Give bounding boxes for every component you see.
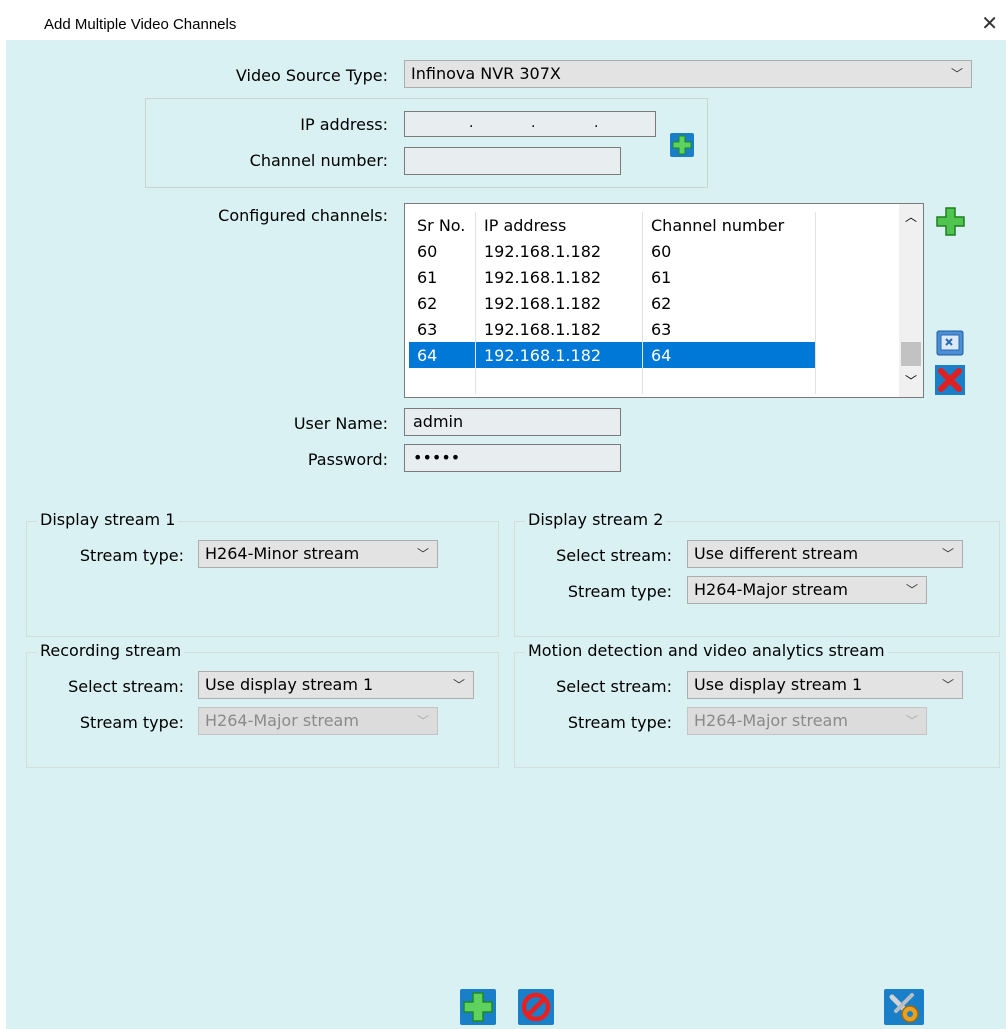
select-stream-value: Use different stream [694, 544, 859, 563]
table-row[interactable]: 64 192.168.1.182 64 [409, 342, 816, 368]
motion-stream-group: Motion detection and video analytics str… [514, 641, 1000, 768]
display-stream-2-group: Display stream 2 Select stream: Use diff… [514, 510, 1000, 637]
table-row[interactable]: 63 192.168.1.182 63 [409, 316, 816, 342]
channels-table: Sr No. IP address Channel number 60 192.1… [409, 212, 816, 394]
stream-type-label: Stream type: [567, 582, 672, 601]
user-name-label: User Name: [293, 414, 388, 433]
add-configured-button[interactable] [935, 206, 965, 238]
motion-stream-title: Motion detection and video analytics str… [525, 641, 888, 660]
cell-channel-number: 62 [642, 290, 816, 316]
stream-type-label: Stream type: [567, 713, 672, 732]
recording-stream-select[interactable]: Use display stream 1 ﹀ [198, 671, 474, 699]
select-stream-label: Select stream: [556, 677, 672, 696]
chevron-down-icon: ﹀ [905, 714, 918, 728]
add-channel-button[interactable] [670, 133, 694, 157]
video-source-label: Video Source Type: [235, 66, 388, 85]
password-input[interactable]: ••••• [404, 444, 621, 472]
title-bar: Add Multiple Video Channels ✕ [0, 0, 1006, 40]
cell-ip-address: 192.168.1.182 [475, 316, 643, 342]
select-stream-value: Use display stream 1 [205, 675, 374, 694]
empty-cell [409, 368, 476, 394]
chevron-down-icon: ﹀ [905, 583, 918, 597]
stream-type-label: Stream type: [79, 546, 184, 565]
table-row[interactable]: 62 192.168.1.182 62 [409, 290, 816, 316]
ip-address-label: IP address: [300, 115, 388, 134]
dialog-body: Video Source Type: Infinova NVR 307X ﹀ I… [6, 40, 1006, 1029]
cell-ip-address: 192.168.1.182 [475, 290, 643, 316]
select-stream-value: Use display stream 1 [694, 675, 863, 694]
cell-srno: 62 [409, 290, 476, 316]
cell-ip-address: 192.168.1.182 [475, 264, 643, 290]
scroll-thumb[interactable] [901, 342, 921, 366]
recording-stream-group: Recording stream Select stream: Use disp… [26, 641, 499, 768]
table-row[interactable]: 60 192.168.1.182 60 [409, 238, 816, 264]
motion-stream-select[interactable]: Use display stream 1 ﹀ [687, 671, 963, 699]
empty-cell [475, 368, 643, 394]
channel-number-label: Channel number: [249, 151, 388, 170]
chevron-down-icon: ﹀ [452, 678, 465, 692]
edit-configured-button[interactable] [936, 330, 964, 356]
column-header-channel[interactable]: Channel number [642, 212, 816, 238]
motion-stream-type-select: H264-Major stream ﹀ [687, 707, 927, 735]
cell-ip-address: 192.168.1.182 [475, 342, 643, 368]
stream-type-value: H264-Major stream [694, 711, 848, 730]
ip-octet-1[interactable] [405, 112, 467, 136]
ip-dot: . [594, 115, 599, 131]
display-stream-2-title: Display stream 2 [525, 510, 667, 529]
display-stream-1-group: Display stream 1 Stream type: H264-Minor… [26, 510, 499, 637]
chevron-down-icon: ﹀ [941, 678, 954, 692]
cancel-button[interactable] [518, 989, 554, 1025]
cell-channel-number: 63 [642, 316, 816, 342]
ok-add-button[interactable] [460, 989, 496, 1025]
recording-stream-type-select: H264-Major stream ﹀ [198, 707, 438, 735]
stream-type-value: H264-Major stream [694, 580, 848, 599]
user-name-input[interactable]: admin [404, 408, 621, 436]
chevron-down-icon: ﹀ [416, 714, 429, 728]
display-stream-2-type-select[interactable]: H264-Major stream ﹀ [687, 576, 927, 604]
empty-row [409, 368, 816, 394]
settings-button[interactable] [884, 989, 924, 1025]
video-source-select[interactable]: Infinova NVR 307X ﹀ [404, 60, 972, 88]
password-label: Password: [307, 450, 388, 469]
table-row[interactable]: 61 192.168.1.182 61 [409, 264, 816, 290]
column-header-ip[interactable]: IP address [475, 212, 643, 238]
channel-number-input[interactable] [404, 147, 621, 175]
ip-address-field[interactable]: . . . [404, 111, 656, 137]
configured-channels-list[interactable]: Sr No. IP address Channel number 60 192.1… [404, 203, 924, 398]
stream-type-label: Stream type: [79, 713, 184, 732]
cell-channel-number: 64 [642, 342, 816, 368]
cell-srno: 61 [409, 264, 476, 290]
ip-dot: . [531, 115, 536, 131]
close-icon[interactable]: ✕ [981, 13, 998, 33]
window-title: Add Multiple Video Channels [44, 16, 237, 33]
cell-srno: 60 [409, 238, 476, 264]
configured-channels-label: Configured channels: [218, 206, 388, 225]
select-stream-label: Select stream: [556, 546, 672, 565]
chevron-down-icon: ﹀ [416, 547, 429, 561]
list-scrollbar[interactable]: ︿ ﹀ [899, 204, 923, 397]
table-header: Sr No. IP address Channel number [409, 212, 816, 238]
chevron-down-icon: ﹀ [941, 547, 954, 561]
cell-srno: 64 [409, 342, 476, 368]
video-source-value: Infinova NVR 307X [411, 64, 561, 83]
cell-channel-number: 60 [642, 238, 816, 264]
display-stream-1-title: Display stream 1 [37, 510, 179, 529]
stream-type-value: H264-Major stream [205, 711, 359, 730]
scroll-up-icon[interactable]: ︿ [905, 208, 917, 225]
recording-stream-title: Recording stream [37, 641, 185, 660]
cell-channel-number: 61 [642, 264, 816, 290]
ip-dot: . [469, 115, 474, 131]
select-stream-label: Select stream: [68, 677, 184, 696]
delete-configured-button[interactable] [935, 365, 965, 395]
display-stream-1-type-select[interactable]: H264-Minor stream ﹀ [198, 540, 438, 568]
column-header-srno[interactable]: Sr No. [409, 212, 476, 238]
scroll-down-icon[interactable]: ﹀ [905, 372, 917, 389]
empty-cell [642, 368, 816, 394]
stream-type-value: H264-Minor stream [205, 544, 360, 563]
cell-ip-address: 192.168.1.182 [475, 238, 643, 264]
chevron-down-icon: ﹀ [950, 67, 963, 81]
cell-srno: 63 [409, 316, 476, 342]
display-stream-2-select[interactable]: Use different stream ﹀ [687, 540, 963, 568]
